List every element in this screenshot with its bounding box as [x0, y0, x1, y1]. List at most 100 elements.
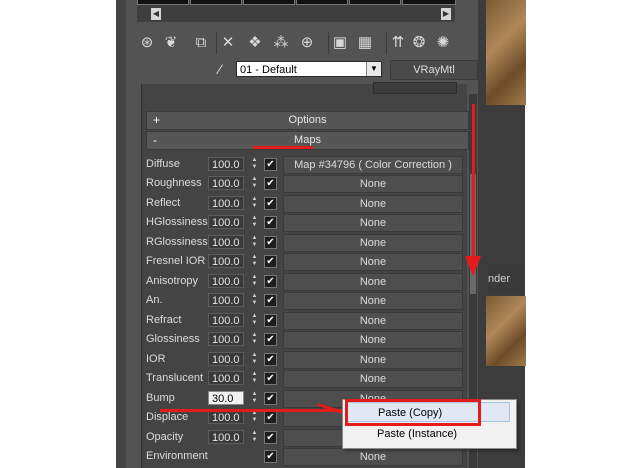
preview-slot[interactable]: [243, 0, 295, 5]
map-amount-field[interactable]: 100.0: [208, 430, 244, 444]
spinner-arrows-icon[interactable]: ▲ ▼: [250, 157, 259, 172]
put-to-scene-icon[interactable]: ❦: [160, 32, 182, 54]
chevron-down-icon[interactable]: ▼: [366, 62, 381, 76]
map-amount-field[interactable]: 100.0: [208, 274, 244, 288]
map-amount-field[interactable]: 100.0: [208, 235, 244, 249]
map-enable-checkbox[interactable]: ✔: [264, 392, 277, 405]
map-amount-field[interactable]: 100.0: [208, 215, 244, 229]
material-toolbar: ⊛ ❦ ⧉ ✕ ❖ ⁂ ⊕ ▣ ▦ ⇈ ❂ ✺: [136, 32, 476, 56]
map-label: HGlossiness: [146, 216, 208, 228]
map-amount-field[interactable]: 100.0: [208, 157, 244, 171]
map-slot-button[interactable]: None: [283, 234, 463, 252]
render-button-partial[interactable]: nder: [488, 264, 524, 294]
spinner-arrows-icon[interactable]: ▲ ▼: [250, 196, 259, 211]
map-slot-button[interactable]: None: [283, 253, 463, 271]
map-amount-field[interactable]: 30.0: [208, 391, 244, 405]
rollout-options[interactable]: + Options: [146, 111, 469, 130]
map-row-hglossiness: HGlossiness 100.0 ▲ ▼ ✔ None: [146, 214, 466, 232]
go-forward-sibling-icon[interactable]: ❂: [408, 32, 430, 54]
map-slot-button[interactable]: Map #34796 ( Color Correction ): [283, 156, 463, 174]
map-label: Translucent: [146, 372, 204, 384]
map-amount-field[interactable]: 100.0: [208, 332, 244, 346]
map-enable-checkbox[interactable]: ✔: [264, 411, 277, 424]
map-slot-button[interactable]: None: [283, 312, 463, 330]
preview-slot[interactable]: [402, 0, 456, 5]
map-slot-button[interactable]: None: [283, 370, 463, 388]
copy-material-icon[interactable]: ❖: [244, 32, 266, 54]
spinner-arrows-icon[interactable]: ▲ ▼: [250, 274, 259, 289]
background-panel-right: [478, 0, 526, 468]
map-enable-checkbox[interactable]: ✔: [264, 294, 277, 307]
map-label: An.: [146, 294, 163, 306]
map-enable-checkbox[interactable]: ✔: [264, 216, 277, 229]
map-enable-checkbox[interactable]: ✔: [264, 353, 277, 366]
map-amount-field[interactable]: 100.0: [208, 352, 244, 366]
map-amount-field[interactable]: 100.0: [208, 371, 244, 385]
map-amount-field[interactable]: 100.0: [208, 410, 244, 424]
spinner-arrows-icon[interactable]: ▲ ▼: [250, 371, 259, 386]
map-enable-checkbox[interactable]: ✔: [264, 177, 277, 190]
map-enable-checkbox[interactable]: ✔: [264, 450, 277, 463]
preview-slot[interactable]: [296, 0, 348, 5]
map-amount-field[interactable]: 100.0: [208, 254, 244, 268]
spinner-arrows-icon[interactable]: ▲ ▼: [250, 293, 259, 308]
map-amount-field[interactable]: 100.0: [208, 293, 244, 307]
spinner-arrows-icon[interactable]: ▲ ▼: [250, 391, 259, 406]
map-slot-button[interactable]: None: [283, 175, 463, 193]
map-amount-field[interactable]: 100.0: [208, 313, 244, 327]
eyedropper-icon[interactable]: ⁄: [211, 60, 229, 78]
map-enable-checkbox[interactable]: ✔: [264, 158, 277, 171]
preview-slot[interactable]: [190, 0, 242, 5]
spinner-arrows-icon[interactable]: ▲ ▼: [250, 430, 259, 445]
annotation-arrow-shaft: [472, 104, 475, 264]
map-enable-checkbox[interactable]: ✔: [264, 431, 277, 444]
map-label: Bump: [146, 392, 175, 404]
map-enable-checkbox[interactable]: ✔: [264, 236, 277, 249]
map-enable-checkbox[interactable]: ✔: [264, 314, 277, 327]
map-enable-checkbox[interactable]: ✔: [264, 197, 277, 210]
material-effects-icon[interactable]: ⊕: [296, 32, 318, 54]
map-slot-button[interactable]: None: [283, 214, 463, 232]
spinner-arrows-icon[interactable]: ▲ ▼: [250, 332, 259, 347]
spinner-arrows-icon[interactable]: ▲ ▼: [250, 254, 259, 269]
material-name-field[interactable]: 01 - Default ▼: [236, 61, 382, 77]
spinner-arrows-icon[interactable]: ▲ ▼: [250, 176, 259, 191]
menu-item-paste-instance[interactable]: Paste (Instance): [346, 424, 510, 444]
assign-to-selection-icon[interactable]: ⧉: [190, 32, 212, 54]
reset-map-icon[interactable]: ✕: [216, 32, 239, 54]
map-slot-button[interactable]: None: [283, 195, 463, 213]
map-slot-button[interactable]: None: [283, 292, 463, 310]
spinner-arrows-icon[interactable]: ▲ ▼: [250, 215, 259, 230]
show-end-result-icon[interactable]: ▦: [354, 32, 376, 54]
map-enable-checkbox[interactable]: ✔: [264, 275, 277, 288]
map-enable-checkbox[interactable]: ✔: [264, 372, 277, 385]
map-amount-field[interactable]: 100.0: [208, 196, 244, 210]
map-row-rglossiness: RGlossiness 100.0 ▲ ▼ ✔ None: [146, 234, 466, 252]
map-slot-button[interactable]: None: [283, 273, 463, 291]
map-enable-checkbox[interactable]: ✔: [264, 333, 277, 346]
map-amount-field[interactable]: 100.0: [208, 176, 244, 190]
map-label: Roughness: [146, 177, 202, 189]
make-unique-icon[interactable]: ⁂: [270, 32, 292, 54]
preview-slot[interactable]: [349, 0, 401, 5]
preview-slot[interactable]: [137, 0, 189, 5]
spinner-arrows-icon[interactable]: ▲ ▼: [250, 410, 259, 425]
map-enable-checkbox[interactable]: ✔: [264, 255, 277, 268]
get-material-icon[interactable]: ⊛: [136, 32, 158, 54]
spinner-arrows-icon[interactable]: ▲ ▼: [250, 235, 259, 250]
spinner-arrows-icon[interactable]: ▲ ▼: [250, 313, 259, 328]
map-slot-button[interactable]: None: [283, 448, 463, 466]
map-slot-button[interactable]: None: [283, 351, 463, 369]
show-in-viewport-icon[interactable]: ▣: [328, 32, 351, 54]
map-label: Opacity: [146, 431, 184, 443]
map-slot-button[interactable]: None: [283, 331, 463, 349]
map-row-roughness: Roughness 100.0 ▲ ▼ ✔ None: [146, 175, 466, 193]
go-to-parent-icon[interactable]: ⇈: [386, 32, 409, 54]
material-name-value: 01 - Default: [240, 64, 297, 76]
spinner-arrows-icon[interactable]: ▲ ▼: [250, 352, 259, 367]
options-icon[interactable]: ✺: [432, 32, 454, 54]
scroll-right-icon[interactable]: ▶: [441, 8, 451, 20]
material-type-button[interactable]: VRayMtl: [390, 60, 478, 80]
scroll-left-icon[interactable]: ◀: [151, 8, 161, 20]
map-label: RGlossiness: [146, 236, 208, 248]
